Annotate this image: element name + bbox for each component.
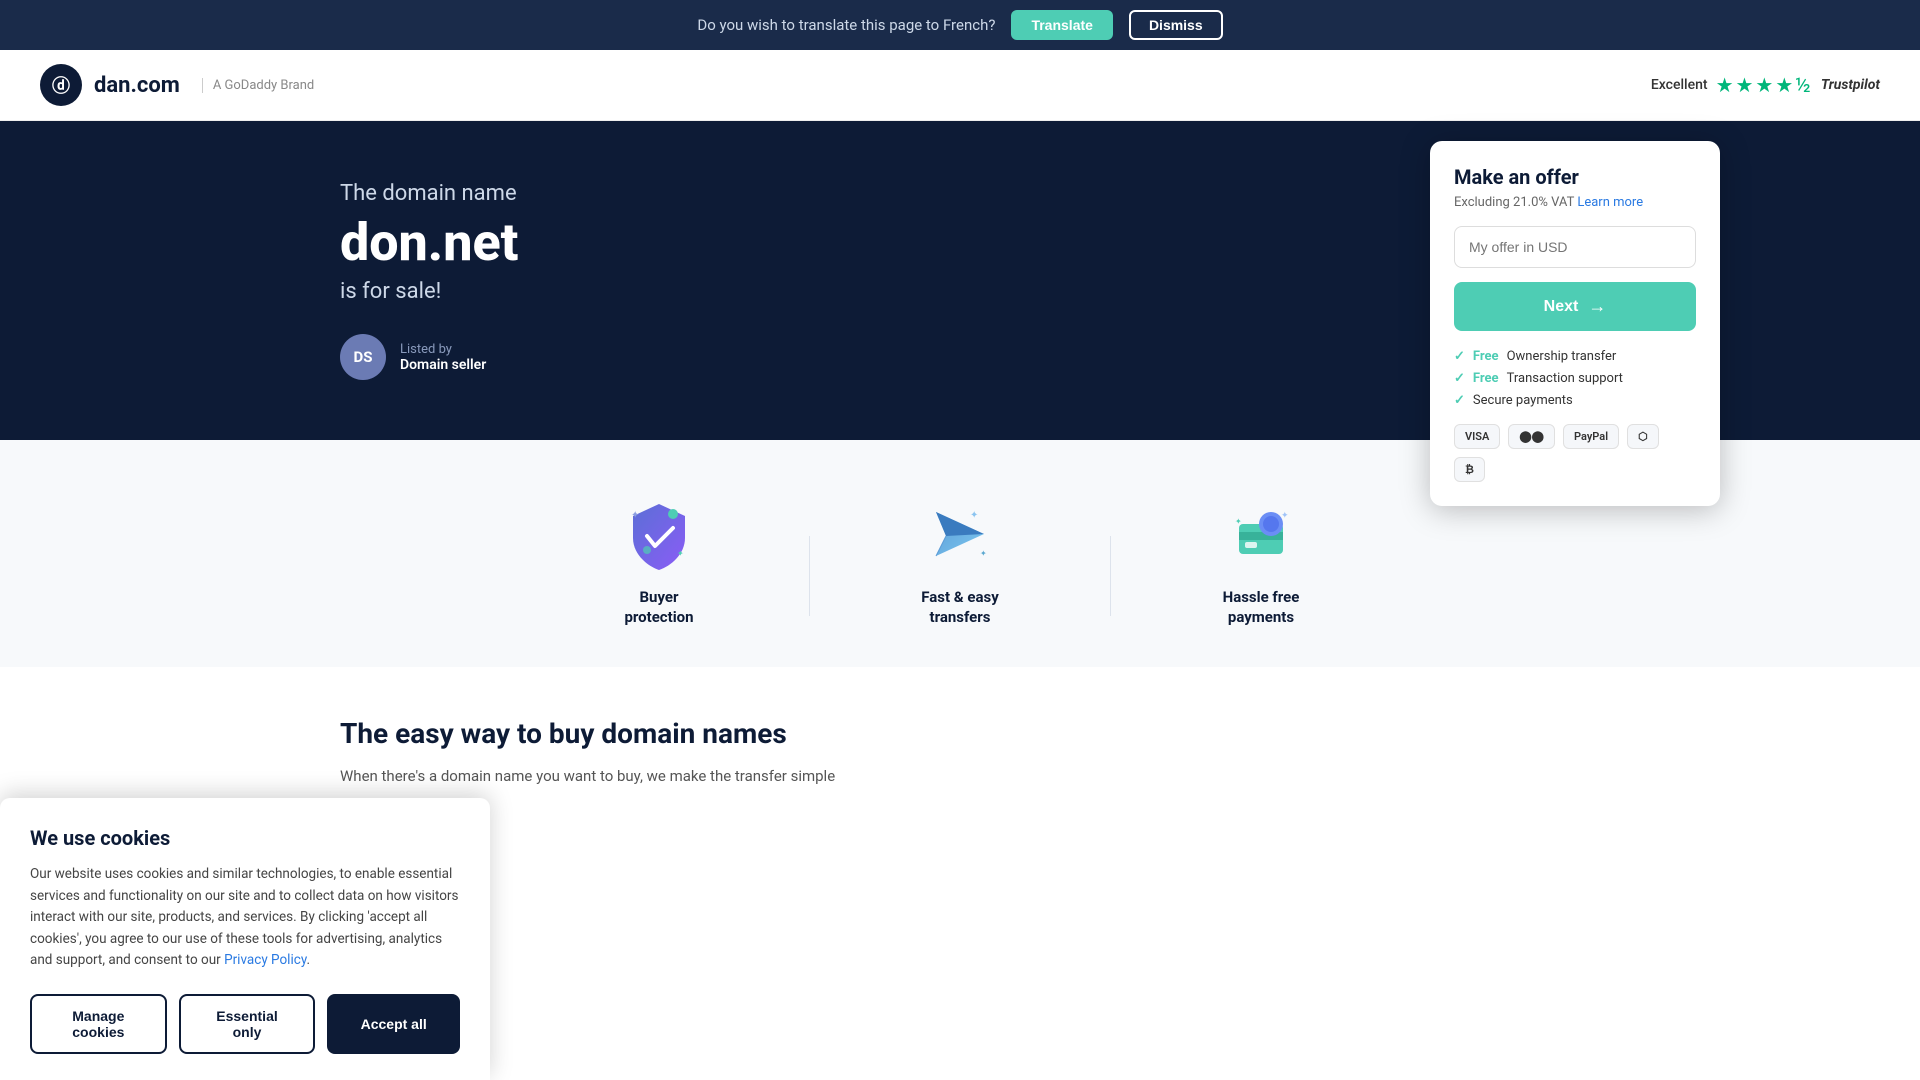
perk-secure: ✓ Secure payments bbox=[1454, 393, 1696, 408]
shield-icon: ✦ ✦ bbox=[627, 500, 691, 572]
logo-area: ⓓ dan.com A GoDaddy Brand bbox=[40, 64, 314, 106]
feature-payments: ✦ ✦ Hassle freepayments bbox=[1191, 500, 1331, 627]
hero-section: The domain name don.net is for sale! DS … bbox=[0, 121, 1920, 440]
perk-free-label2: Free bbox=[1473, 371, 1499, 386]
cookie-banner: We use cookies Our website uses cookies … bbox=[0, 798, 490, 1080]
translate-message: Do you wish to translate this page to Fr… bbox=[697, 16, 995, 34]
accept-all-button[interactable]: Accept all bbox=[327, 994, 460, 1054]
payment-icons: VISA ⬤⬤ PayPal ⬡ ₿ bbox=[1454, 424, 1696, 482]
perk-ownership: ✓ Free Ownership transfer bbox=[1454, 349, 1696, 364]
feature-protection-label: Buyerprotection bbox=[624, 588, 693, 627]
vat-text: Excluding 21.0% VAT bbox=[1454, 195, 1574, 210]
next-label: Next bbox=[1544, 298, 1579, 316]
payment-amex: ⬡ bbox=[1627, 424, 1659, 449]
logo-text: dan.com bbox=[94, 73, 180, 98]
feature-divider-2 bbox=[1110, 536, 1111, 616]
next-button[interactable]: Next → bbox=[1454, 282, 1696, 331]
cookie-actions: Manage cookies Essential only Accept all bbox=[30, 994, 460, 1054]
perk-transaction-label: Transaction support bbox=[1507, 371, 1623, 386]
why-title: The easy way to buy domain names bbox=[340, 717, 1580, 750]
offer-vat: Excluding 21.0% VAT Learn more bbox=[1454, 195, 1696, 210]
why-text: When there's a domain name you want to b… bbox=[340, 764, 1580, 788]
perk-ownership-label: Ownership transfer bbox=[1507, 349, 1617, 364]
svg-text:✦: ✦ bbox=[980, 549, 987, 558]
svg-text:✦: ✦ bbox=[1281, 511, 1289, 521]
offer-perks: ✓ Free Ownership transfer ✓ Free Transac… bbox=[1454, 349, 1696, 408]
feature-protection: ✦ ✦ Buyerprotection bbox=[589, 500, 729, 627]
logo-icon: ⓓ bbox=[40, 64, 82, 106]
manage-cookies-button[interactable]: Manage cookies bbox=[30, 994, 167, 1054]
svg-text:✦: ✦ bbox=[677, 549, 684, 558]
offer-card: Make an offer Excluding 21.0% VAT Learn … bbox=[1430, 141, 1720, 506]
offer-title: Make an offer bbox=[1454, 165, 1696, 189]
perk-secure-label: Secure payments bbox=[1473, 393, 1573, 408]
feature-plane-icon-wrap: ✦ ✦ bbox=[924, 500, 996, 572]
dismiss-button[interactable]: Dismiss bbox=[1129, 10, 1223, 40]
svg-text:✦: ✦ bbox=[1235, 517, 1242, 526]
offer-input[interactable] bbox=[1454, 226, 1696, 268]
svg-text:✦: ✦ bbox=[970, 510, 978, 521]
payment-mc: ⬤⬤ bbox=[1508, 424, 1555, 449]
feature-transfers-label: Fast & easytransfers bbox=[921, 588, 999, 627]
feature-divider-1 bbox=[809, 536, 810, 616]
translate-button[interactable]: Translate bbox=[1011, 10, 1112, 40]
essential-only-button[interactable]: Essential only bbox=[179, 994, 316, 1054]
perk-check-icon3: ✓ bbox=[1454, 393, 1465, 408]
seller-name: Domain seller bbox=[400, 357, 486, 373]
perk-transaction: ✓ Free Transaction support bbox=[1454, 371, 1696, 386]
perk-free-label: Free bbox=[1473, 349, 1499, 364]
feature-shield-icon-wrap: ✦ ✦ bbox=[623, 500, 695, 572]
feature-payment-icon-wrap: ✦ ✦ bbox=[1225, 500, 1297, 572]
feature-transfers: ✦ ✦ Fast & easytransfers bbox=[890, 500, 1030, 627]
cookie-text: Our website uses cookies and similar tec… bbox=[30, 864, 460, 972]
features-inner: ✦ ✦ Buyerprotection bbox=[510, 500, 1410, 627]
godaddy-brand: A GoDaddy Brand bbox=[202, 78, 314, 93]
trustpilot-logo: Trustpilot bbox=[1821, 77, 1880, 93]
payment-btc: ₿ bbox=[1454, 457, 1485, 482]
cookie-title: We use cookies bbox=[30, 826, 460, 850]
payment-icon: ✦ ✦ bbox=[1229, 504, 1293, 568]
trustpilot-stars: ★★★★½ bbox=[1716, 73, 1813, 97]
learn-more-link[interactable]: Learn more bbox=[1577, 195, 1643, 210]
header: ⓓ dan.com A GoDaddy Brand Excellent ★★★★… bbox=[0, 50, 1920, 121]
feature-payments-label: Hassle freepayments bbox=[1223, 588, 1300, 627]
payment-visa: VISA bbox=[1454, 424, 1500, 449]
payment-paypal: PayPal bbox=[1563, 424, 1619, 449]
svg-text:✦: ✦ bbox=[631, 510, 639, 521]
plane-icon: ✦ ✦ bbox=[928, 504, 992, 568]
privacy-policy-link[interactable]: Privacy Policy bbox=[224, 952, 306, 968]
cookie-period: . bbox=[307, 952, 311, 968]
listed-by-label: Listed by bbox=[400, 342, 486, 357]
trustpilot-area: Excellent ★★★★½ Trustpilot bbox=[1651, 73, 1880, 97]
perk-check-icon: ✓ bbox=[1454, 349, 1465, 364]
trustpilot-rating: Excellent bbox=[1651, 77, 1708, 93]
seller-info: Listed by Domain seller bbox=[400, 342, 486, 373]
perk-check-icon2: ✓ bbox=[1454, 371, 1465, 386]
next-arrow-icon: → bbox=[1588, 296, 1606, 317]
translate-bar: Do you wish to translate this page to Fr… bbox=[0, 0, 1920, 50]
avatar: DS bbox=[340, 334, 386, 380]
